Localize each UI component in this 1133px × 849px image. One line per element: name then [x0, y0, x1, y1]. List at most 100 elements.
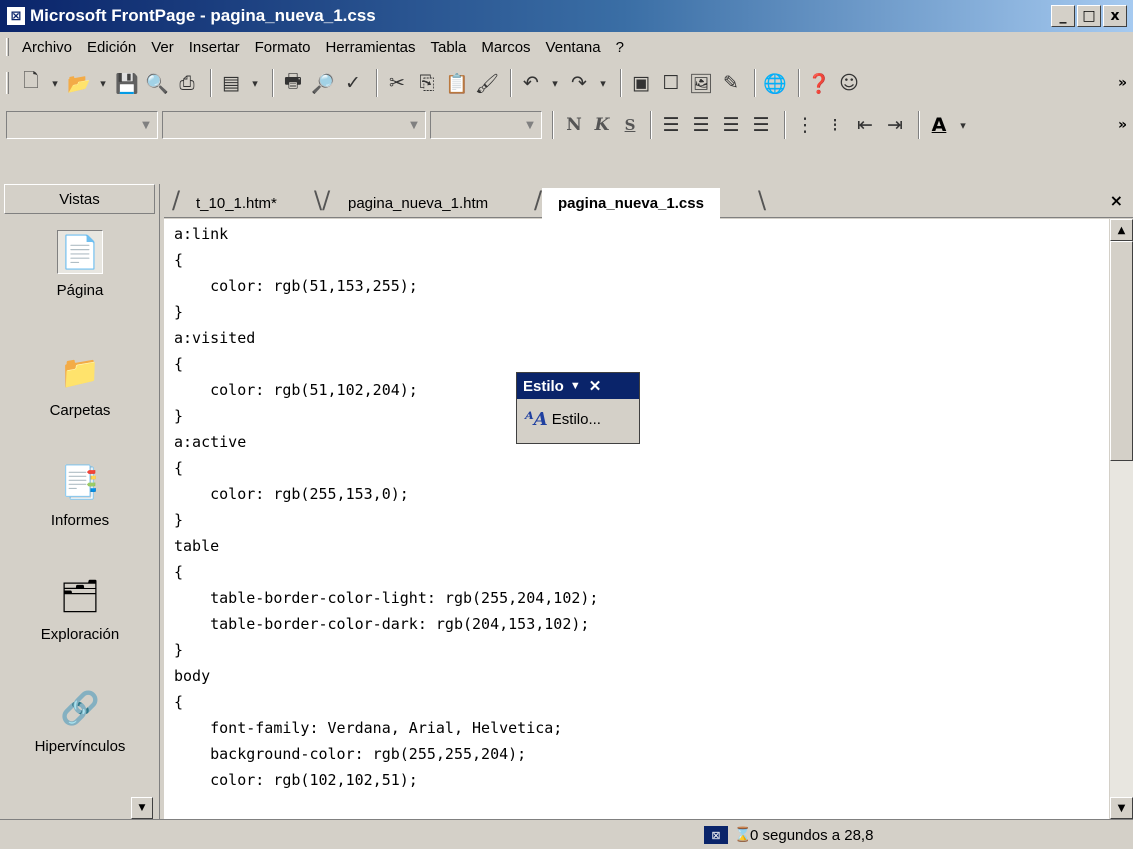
view-label: Página — [56, 282, 104, 299]
font-color-icon[interactable]: A — [926, 112, 952, 138]
toolbar-overflow-icon[interactable]: » — [1118, 117, 1127, 133]
tab-divider: \/ — [314, 186, 331, 214]
view-item-folders[interactable]: 📁 Carpetas — [0, 350, 160, 419]
tab-pagina-nueva-htm[interactable]: pagina_nueva_1.htm — [332, 188, 504, 218]
scroll-down-button[interactable]: ▼ — [1110, 797, 1133, 819]
bold-button[interactable]: N — [560, 115, 588, 135]
estilo-toolbar-title[interactable]: Estilo ▼ ✕ — [517, 373, 639, 399]
menu-herramientas[interactable]: Herramientas — [325, 39, 415, 56]
save-icon[interactable]: 💾 — [114, 70, 140, 96]
tab-divider: \ — [758, 186, 767, 214]
toggle-pane-icon[interactable]: ▤ — [218, 70, 244, 96]
view-label: Carpetas — [49, 402, 111, 419]
style-select[interactable]: ▼ — [6, 111, 158, 139]
toolbar-separator — [918, 111, 920, 139]
redo-icon[interactable]: ↷ — [566, 70, 592, 96]
drawing-icon[interactable]: ✎ — [718, 70, 744, 96]
minimize-button[interactable]: _ — [1051, 5, 1075, 27]
toolbar-grip[interactable] — [6, 72, 9, 94]
chevron-down-icon[interactable]: ▼ — [405, 115, 423, 135]
menu-insertar[interactable]: Insertar — [189, 39, 240, 56]
toolbar-separator — [210, 69, 212, 97]
toolbar-separator — [754, 69, 756, 97]
chevron-down-icon[interactable]: ▼ — [521, 115, 539, 135]
tab-t-10-1[interactable]: t_10_1.htm* — [180, 188, 293, 218]
new-dropdown-icon[interactable]: ▾ — [48, 70, 62, 96]
justify-icon[interactable]: ☰ — [748, 112, 774, 138]
preview-icon[interactable]: 🔎 — [310, 70, 336, 96]
paste-icon[interactable]: 📋 — [444, 70, 470, 96]
menu-tabla[interactable]: Tabla — [431, 39, 467, 56]
copy-icon[interactable]: ⎘ — [414, 70, 440, 96]
menu-edicion[interactable]: Edición — [87, 39, 136, 56]
view-label: Hipervínculos — [34, 738, 126, 755]
font-color-dropdown-icon[interactable]: ▾ — [956, 112, 970, 138]
underline-button[interactable]: S — [616, 116, 644, 134]
cut-icon[interactable]: ✂ — [384, 70, 410, 96]
tab-pagina-nueva-css[interactable]: pagina_nueva_1.css — [542, 188, 720, 219]
view-item-page[interactable]: 📄 Página — [0, 230, 160, 299]
maximize-button[interactable]: □ — [1077, 5, 1101, 27]
web-component-icon[interactable]: ▣ — [628, 70, 654, 96]
navigation-view-icon: 🗂 — [59, 578, 101, 614]
open-dropdown-icon[interactable]: ▾ — [96, 70, 110, 96]
view-item-navigation[interactable]: 🗂 Exploración — [0, 574, 160, 643]
menu-ventana[interactable]: Ventana — [546, 39, 601, 56]
views-scroll-down-button[interactable]: ▼ — [131, 797, 153, 819]
view-item-reports[interactable]: 📑 Informes — [0, 460, 160, 529]
document-tabs: / t_10_1.htm* \/ pagina_nueva_1.htm / pa… — [164, 184, 1133, 219]
scroll-thumb[interactable] — [1110, 241, 1133, 461]
code-line: table — [174, 537, 220, 555]
menu-marcos[interactable]: Marcos — [481, 39, 530, 56]
undo-icon[interactable]: ↶ — [518, 70, 544, 96]
menu-archivo[interactable]: Archivo — [22, 39, 72, 56]
align-right-icon[interactable]: ☰ — [718, 112, 744, 138]
publish-icon[interactable]: ⎙ — [174, 70, 200, 96]
close-icon[interactable]: ✕ — [589, 377, 602, 395]
open-folder-icon[interactable]: 📂 — [66, 70, 92, 96]
assistant-icon[interactable]: ☺ — [836, 70, 862, 96]
redo-dropdown-icon[interactable]: ▾ — [596, 70, 610, 96]
menu-ver[interactable]: Ver — [151, 39, 174, 56]
format-painter-icon[interactable]: 🖌 — [474, 70, 500, 96]
font-select[interactable]: ▼ — [162, 111, 426, 139]
toolbar-grip[interactable] — [6, 38, 9, 56]
align-center-icon[interactable]: ☰ — [688, 112, 714, 138]
toolbar-overflow-icon[interactable]: » — [1118, 75, 1127, 91]
bulleted-list-icon[interactable]: ⁝ — [822, 112, 848, 138]
search-icon[interactable]: 🔍 — [144, 70, 170, 96]
numbered-list-icon[interactable]: ⋮ — [792, 112, 818, 138]
code-editor[interactable]: a:link { color: rgb(51,153,255); } a:vis… — [164, 219, 1109, 819]
print-icon[interactable]: 🖶 — [280, 70, 306, 96]
font-size-select[interactable]: ▼ — [430, 111, 542, 139]
insert-picture-icon[interactable]: 🖼 — [688, 70, 714, 96]
code-line: { — [174, 459, 184, 477]
code-line: color: rgb(51,102,204); — [174, 381, 418, 399]
toolbar-separator — [552, 111, 554, 139]
code-line: a:active — [174, 433, 247, 451]
hyperlink-icon[interactable]: 🌐 — [762, 70, 788, 96]
view-item-hyperlinks[interactable]: 🔗 Hipervínculos — [0, 686, 160, 755]
menu-formato[interactable]: Formato — [255, 39, 311, 56]
chevron-down-icon[interactable]: ▼ — [137, 115, 155, 135]
new-page-icon[interactable]: 🗋 — [18, 70, 44, 96]
close-document-icon[interactable]: × — [1110, 191, 1123, 210]
decrease-indent-icon[interactable]: ⇤ — [852, 112, 878, 138]
increase-indent-icon[interactable]: ⇥ — [882, 112, 908, 138]
frontpage-icon[interactable]: ⊠ — [6, 6, 26, 26]
chevron-down-icon[interactable]: ▼ — [570, 380, 581, 392]
align-left-icon[interactable]: ☰ — [658, 112, 684, 138]
close-button[interactable]: x — [1103, 5, 1127, 27]
menu-help[interactable]: ? — [616, 39, 624, 56]
code-line: { — [174, 563, 184, 581]
undo-dropdown-icon[interactable]: ▾ — [548, 70, 562, 96]
spelling-icon[interactable]: ✓ — [340, 70, 366, 96]
scroll-up-button[interactable]: ▲ — [1110, 219, 1133, 241]
estilo-button[interactable]: ᴬA Estilo... — [517, 399, 639, 439]
toolbar-separator — [510, 69, 512, 97]
pane-dropdown-icon[interactable]: ▾ — [248, 70, 262, 96]
help-icon[interactable]: ❓ — [806, 70, 832, 96]
vertical-scrollbar[interactable]: ▲ ▼ — [1110, 219, 1133, 819]
italic-button[interactable]: K — [588, 115, 616, 135]
insert-table-icon[interactable]: ☐ — [658, 70, 684, 96]
